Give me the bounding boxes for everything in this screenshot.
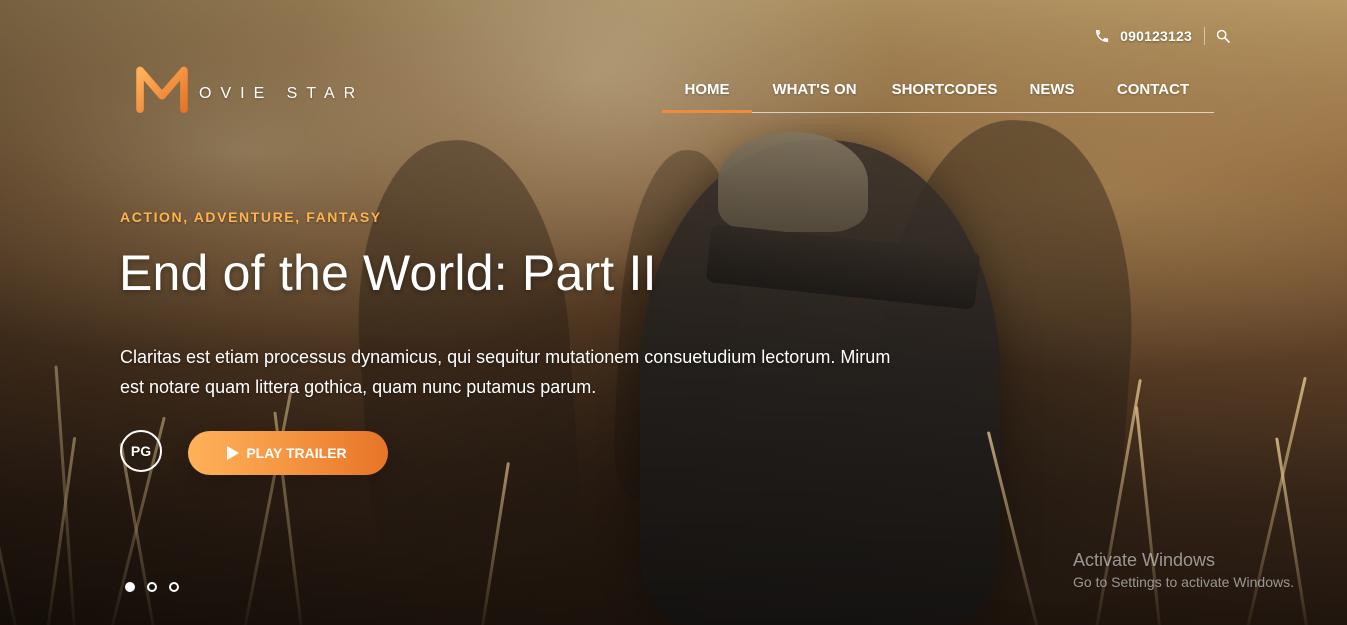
contact-divider	[1204, 27, 1205, 45]
grass-stalk	[1275, 437, 1311, 625]
grass-stalk	[1134, 406, 1163, 625]
nav-item-whats-on[interactable]: WHAT'S ON	[752, 66, 877, 112]
slider-dot-3[interactable]	[169, 582, 179, 592]
hero-section: 090123123 OVIE STAR HOME WHAT'S ON SHORT…	[0, 0, 1347, 625]
nav-item-news[interactable]: NEWS	[1012, 66, 1092, 112]
play-icon	[227, 446, 240, 460]
nav-item-contact[interactable]: CONTACT	[1092, 66, 1214, 112]
search-icon[interactable]	[1215, 28, 1231, 44]
logo-mark-icon	[136, 66, 188, 114]
play-trailer-button[interactable]: PLAY TRAILER	[188, 431, 388, 475]
phone-number: 090123123	[1120, 28, 1192, 44]
main-nav: HOME WHAT'S ON SHORTCODES NEWS CONTACT	[662, 66, 1214, 113]
nav-item-shortcodes[interactable]: SHORTCODES	[877, 66, 1012, 112]
movie-title: End of the World: Part II	[119, 245, 657, 301]
top-contact-bar: 090123123	[1094, 27, 1231, 45]
logo-text: OVIE STAR	[199, 85, 365, 102]
logo[interactable]: OVIE STAR	[135, 62, 364, 116]
movie-genres: ACTION, ADVENTURE, FANTASY	[120, 209, 382, 225]
grass-stalk	[0, 400, 21, 625]
slider-dot-2[interactable]	[147, 582, 157, 592]
slider-dots	[125, 582, 179, 592]
nav-item-home[interactable]: HOME	[662, 66, 752, 113]
play-trailer-label: PLAY TRAILER	[246, 445, 347, 461]
main-soldier-helmet	[718, 132, 868, 232]
rating-badge: PG	[120, 430, 162, 472]
grass-stalk	[1242, 376, 1307, 625]
slider-dot-1[interactable]	[125, 582, 135, 592]
grass-stalk	[54, 365, 77, 625]
movie-description: Claritas est etiam processus dynamicus, …	[120, 347, 891, 397]
phone-icon	[1094, 28, 1110, 44]
